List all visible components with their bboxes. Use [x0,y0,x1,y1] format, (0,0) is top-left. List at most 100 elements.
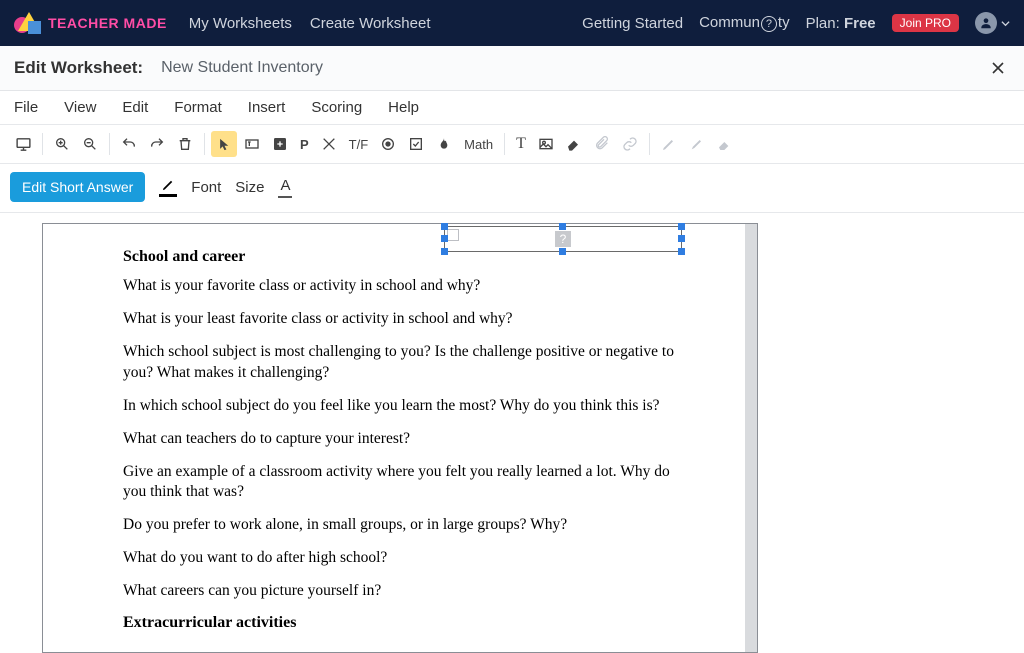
nav-left: My Worksheets Create Worksheet [189,15,431,32]
page-scrollbar[interactable] [745,224,757,652]
size-menu[interactable]: Size [235,179,264,196]
font-color-menu[interactable]: A [278,177,292,198]
close-icon [990,60,1006,76]
menu-format[interactable]: Format [174,99,222,116]
eraser-icon [566,136,582,152]
paperclip-icon [594,136,610,152]
present-icon [15,136,32,153]
resize-handle-w[interactable] [441,235,448,242]
whiteout-tool[interactable] [561,131,587,157]
nav-getting-started[interactable]: Getting Started [582,15,683,32]
account-menu[interactable] [975,12,1010,34]
question-text: What is your favorite class or activity … [123,276,677,297]
join-pro-button[interactable]: Join PRO [892,14,959,32]
resize-handle-sw[interactable] [441,248,448,255]
select-tool-button[interactable] [211,131,237,157]
eraser-tool[interactable] [712,131,738,157]
nav-create-worksheet[interactable]: Create Worksheet [310,15,431,32]
open-answer-tool[interactable] [267,131,293,157]
pen-icon [661,136,677,152]
nav-community[interactable]: Commun?ty [699,14,790,32]
menu-help[interactable]: Help [388,99,419,116]
highlight-tool[interactable] [684,131,710,157]
image-tool[interactable] [533,131,559,157]
selected-short-answer-field[interactable]: ? [444,226,682,252]
true-false-tool[interactable]: T/F [344,131,374,157]
question-text: Give an example of a classroom activity … [123,462,677,504]
resize-handle-nw[interactable] [441,223,448,230]
plan-label: Plan: Free [806,15,876,32]
menu-edit[interactable]: Edit [122,99,148,116]
logo-icon [14,9,42,37]
radio-icon [380,136,396,152]
text-tool[interactable]: T [511,131,531,157]
trash-icon [177,136,193,152]
avatar-icon [975,12,997,34]
paragraph-tool[interactable]: P [295,131,314,157]
flame-icon [436,136,452,152]
eraser2-icon [717,136,733,152]
hotspot-tool[interactable] [431,131,457,157]
menu-insert[interactable]: Insert [248,99,286,116]
question-text: What careers can you picture yourself in… [123,581,677,602]
plus-box-icon [272,136,288,152]
close-button[interactable] [986,56,1010,80]
resize-handle-n[interactable] [559,223,566,230]
highlighter-icon [689,136,705,152]
resize-handle-se[interactable] [678,248,685,255]
titlebar: Edit Worksheet: New Student Inventory [0,46,1024,91]
question-text: What is your least favorite class or act… [123,309,677,330]
resize-handle-e[interactable] [678,235,685,242]
logo[interactable]: TEACHER MADE [14,9,167,37]
question-text: What do you want to do after high school… [123,548,677,569]
checkbox-tool[interactable] [403,131,429,157]
font-menu[interactable]: Font [191,179,221,196]
attachment-tool[interactable] [589,131,615,157]
resize-handle-s[interactable] [559,248,566,255]
zoom-in-button[interactable] [49,131,75,157]
text-color-button[interactable] [159,177,177,197]
link-icon [622,136,638,152]
field-help-icon[interactable]: ? [555,231,571,247]
question-text: What can teachers do to capture your int… [123,429,677,450]
question-text: In which school subject do you feel like… [123,396,677,417]
zoom-in-icon [54,136,70,152]
worksheet-page[interactable]: School and career What is your favorite … [42,223,758,653]
field-tag-icon [447,229,459,241]
help-icon: ? [761,16,777,32]
logo-text: TEACHER MADE [48,15,167,31]
pencil-icon [161,177,176,192]
image-icon [538,136,554,152]
section-heading: Extracurricular activities [123,614,677,632]
multiple-choice-tool[interactable] [375,131,401,157]
question-text: Do you prefer to work alone, in small gr… [123,515,677,536]
zoom-out-button[interactable] [77,131,103,157]
undo-icon [121,136,137,152]
matching-tool[interactable] [316,131,342,157]
pen-tool[interactable] [656,131,682,157]
menu-view[interactable]: View [64,99,96,116]
delete-button[interactable] [172,131,198,157]
app-header: TEACHER MADE My Worksheets Create Worksh… [0,0,1024,46]
math-tool[interactable]: Math [459,131,498,157]
menu-file[interactable]: File [14,99,38,116]
chevron-down-icon [1001,19,1010,28]
menu-scoring[interactable]: Scoring [311,99,362,116]
document-name[interactable]: New Student Inventory [161,59,323,77]
nav-my-worksheets[interactable]: My Worksheets [189,15,292,32]
edit-short-answer-button[interactable]: Edit Short Answer [10,172,145,202]
toolbar: P T/F Math T [0,125,1024,164]
present-button[interactable] [10,131,36,157]
menubar: File View Edit Format Insert Scoring Hel… [0,91,1024,125]
short-answer-tool[interactable] [239,131,265,157]
resize-handle-ne[interactable] [678,223,685,230]
nav-right: Getting Started Commun?ty Plan: Free Joi… [582,12,1010,34]
undo-button[interactable] [116,131,142,157]
redo-icon [149,136,165,152]
checkbox-icon [408,136,424,152]
link-tool[interactable] [617,131,643,157]
redo-button[interactable] [144,131,170,157]
zoom-out-icon [82,136,98,152]
question-text: Which school subject is most challenging… [123,342,677,384]
canvas[interactable]: School and career What is your favorite … [0,213,1024,653]
